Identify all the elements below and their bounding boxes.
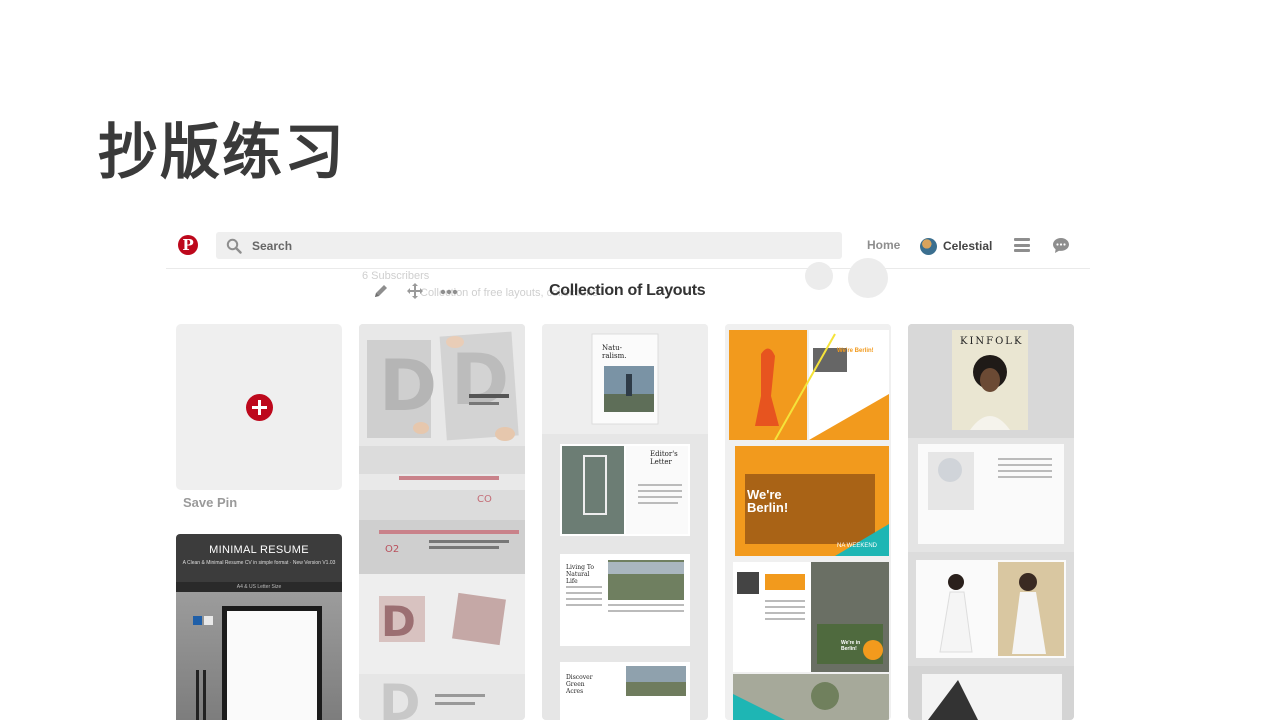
pinterest-logo-icon[interactable]: P <box>178 235 198 255</box>
berlin-big-text: We're Berlin! <box>747 487 789 515</box>
pencil-image <box>203 670 206 720</box>
more-options-icon[interactable] <box>440 289 458 295</box>
berlin-weekend-text: NA WEEKEND <box>837 543 878 549</box>
resume-phone-icon <box>193 616 202 625</box>
chat-icon[interactable] <box>1052 237 1070 254</box>
svg-text:D: D <box>381 597 416 646</box>
ghost-plus-button <box>805 262 833 290</box>
resume-subtitle: A Clean & Minimal Resume CV in simple fo… <box>182 560 336 566</box>
home-link[interactable]: Home <box>867 238 900 252</box>
edit-pencil-icon[interactable] <box>372 282 390 300</box>
berlin-brochure-image <box>725 324 891 720</box>
search-bar[interactable] <box>216 232 842 259</box>
pinterest-screenshot: P Home Celestial 6 Subscribers Collectio… <box>166 228 1090 720</box>
search-input[interactable] <box>252 232 812 259</box>
berlin-header-text: We're Berlin! <box>837 348 874 354</box>
kinfolk-magazine-image <box>908 324 1074 720</box>
search-icon <box>226 238 242 254</box>
menu-icon[interactable] <box>1014 238 1030 252</box>
resume-pin[interactable]: MINIMAL RESUME A Clean & Minimal Resume … <box>176 534 342 720</box>
svg-text:D: D <box>451 339 509 421</box>
kinfolk-title: KINFOLK <box>960 336 1024 347</box>
berlin-brochure-pin[interactable]: We're Berlin! We're Berlin! NA WEEKEND W… <box>725 324 891 720</box>
board-title: Collection of Layouts <box>549 282 706 299</box>
save-pin-button[interactable] <box>176 324 342 490</box>
magazine-editor-title: Editor's Letter <box>650 450 678 466</box>
resume-card-icon <box>204 616 213 625</box>
naturalism-magazine-pin[interactable]: Natu-ralism. Editor's Letter Living To N… <box>542 324 708 720</box>
magazine-discover-title: Discover Green Acres <box>566 674 593 695</box>
move-icon[interactable] <box>406 282 424 300</box>
svg-text:D: D <box>379 345 437 427</box>
print-design-pin[interactable]: D D CO O2 D D <box>359 324 525 720</box>
avatar <box>920 237 937 255</box>
ghost-avatar <box>848 258 888 298</box>
resume-paper-image <box>222 606 322 720</box>
magazine-cover-title: Natu-ralism. <box>602 344 627 360</box>
svg-text:O2: O2 <box>385 544 399 555</box>
add-icon <box>246 394 273 421</box>
pencil-image <box>196 670 199 720</box>
kinfolk-magazine-pin[interactable]: KINFOLK <box>908 324 1074 720</box>
resume-title: MINIMAL RESUME <box>209 544 309 556</box>
user-profile-link[interactable]: Celestial <box>920 236 992 256</box>
user-name: Celestial <box>943 239 993 253</box>
resume-size-band: A4 & US Letter Size <box>176 582 342 592</box>
print-design-image: D D CO O2 D D <box>359 324 525 720</box>
svg-text:D: D <box>379 674 421 720</box>
slide-title: 抄版练习 <box>98 118 346 188</box>
save-pin-label: Save Pin <box>183 495 238 510</box>
berlin-small-text: We're in Berlin! <box>841 640 861 652</box>
svg-text:CO: CO <box>477 494 492 505</box>
magazine-living-title: Living To Natural Life <box>566 564 594 585</box>
top-bar: P Home Celestial <box>166 228 1090 269</box>
